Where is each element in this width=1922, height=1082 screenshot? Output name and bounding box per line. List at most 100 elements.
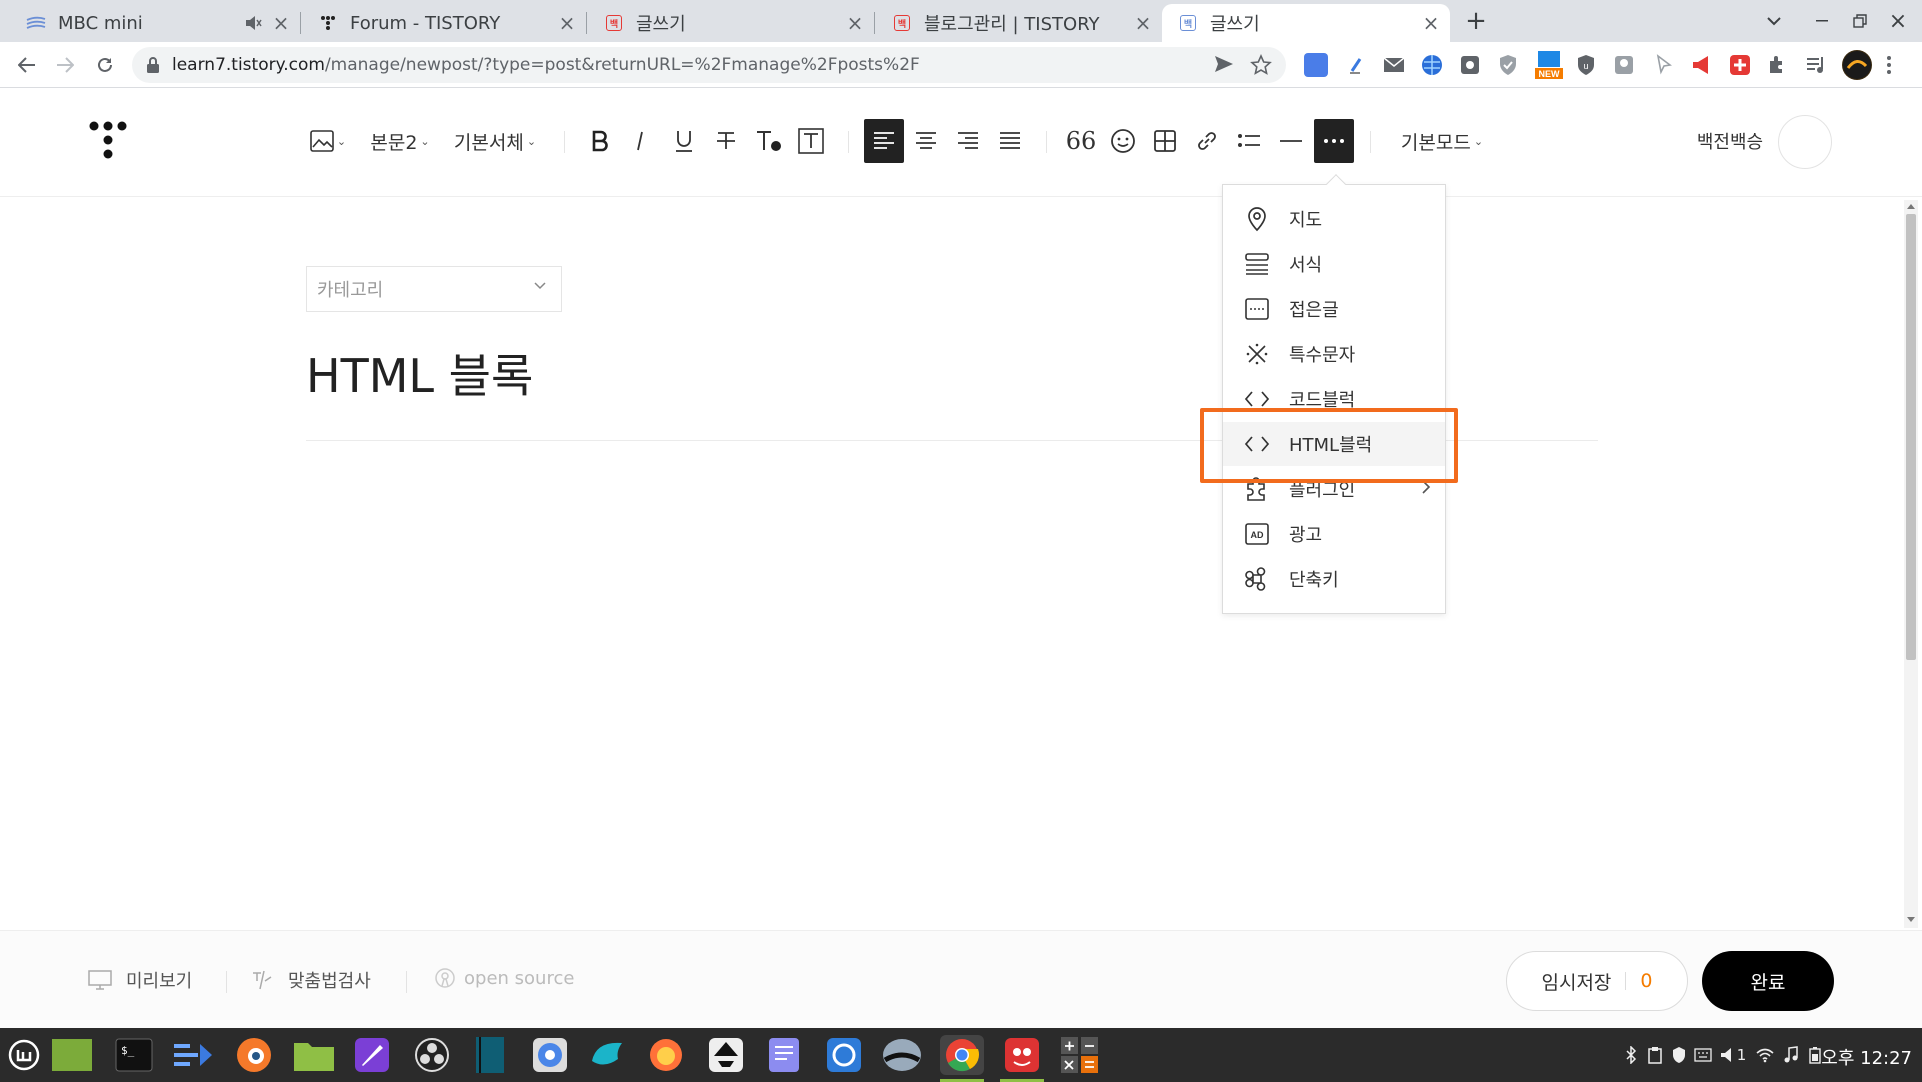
terminal-icon[interactable]: $_ bbox=[112, 1035, 156, 1075]
translate-ext-icon[interactable] bbox=[1304, 53, 1328, 77]
mail-ext-icon[interactable] bbox=[1382, 53, 1406, 77]
link-button[interactable] bbox=[1192, 119, 1222, 163]
firefox-icon[interactable] bbox=[644, 1035, 688, 1075]
inkscape-icon[interactable] bbox=[704, 1035, 748, 1075]
puzzle-extensions-icon[interactable] bbox=[1766, 53, 1790, 77]
align-right-button[interactable] bbox=[952, 119, 984, 163]
menu-item-shortcuts[interactable]: 단축키 bbox=[1223, 557, 1445, 601]
chrome-icon[interactable] bbox=[940, 1035, 984, 1075]
restore-icon[interactable] bbox=[1846, 8, 1874, 34]
show-desktop-icon[interactable] bbox=[50, 1035, 94, 1075]
clipboard-icon[interactable] bbox=[1646, 1045, 1664, 1065]
blog-name[interactable]: 백전백승 bbox=[1690, 119, 1770, 163]
editor-mode-dropdown[interactable]: 기본모드 ⌄ bbox=[1394, 119, 1490, 163]
strikethrough-button[interactable] bbox=[712, 119, 740, 163]
tab-mbc-mini[interactable]: MBC mini × bbox=[10, 4, 300, 42]
new-tab-button[interactable]: + bbox=[1462, 6, 1490, 36]
url-text[interactable]: learn7.tistory.com/manage/newpost/?type=… bbox=[172, 55, 920, 75]
bluetooth-icon[interactable] bbox=[1622, 1045, 1640, 1065]
openshot-icon[interactable] bbox=[880, 1035, 924, 1075]
tab-blog-admin[interactable]: 백 블로그관리 | TISTORY × bbox=[876, 4, 1162, 42]
megaphone-ext-icon[interactable] bbox=[1690, 53, 1714, 77]
emoticon-button[interactable] bbox=[1108, 119, 1138, 163]
preview-button[interactable]: 미리보기 bbox=[88, 967, 192, 993]
underline-button[interactable] bbox=[670, 119, 698, 163]
close-icon[interactable]: × bbox=[844, 11, 866, 35]
align-center-button[interactable] bbox=[910, 119, 942, 163]
more-button[interactable] bbox=[1314, 119, 1354, 163]
align-left-button[interactable] bbox=[864, 119, 904, 163]
tab-write-1[interactable]: 백 글쓰기 × bbox=[588, 4, 874, 42]
text-background-button[interactable] bbox=[796, 119, 826, 163]
tab-search-icon[interactable] bbox=[1760, 8, 1788, 34]
list-button[interactable] bbox=[1234, 119, 1264, 163]
sticky-arrow-app-icon[interactable] bbox=[170, 1035, 214, 1075]
text-color-button[interactable] bbox=[754, 119, 784, 163]
whale-browser-icon[interactable] bbox=[586, 1035, 630, 1075]
shield-tray-icon[interactable] bbox=[1670, 1045, 1688, 1065]
ublock-ext-icon[interactable]: u bbox=[1574, 53, 1598, 77]
calculator-icon[interactable] bbox=[1058, 1035, 1102, 1075]
close-icon[interactable]: × bbox=[1132, 11, 1154, 35]
category-select[interactable]: 카테고리 bbox=[306, 266, 562, 312]
tab-forum-tistory[interactable]: Forum - TISTORY × bbox=[302, 4, 586, 42]
font-family-dropdown[interactable]: 기본서체 ⌄ bbox=[450, 119, 540, 163]
post-title[interactable]: HTML 블록 bbox=[306, 340, 533, 406]
table-button[interactable] bbox=[1150, 119, 1180, 163]
shutter-icon[interactable] bbox=[822, 1035, 866, 1075]
close-icon[interactable]: × bbox=[1420, 11, 1442, 35]
clock[interactable]: 오후 12:27 bbox=[1821, 1044, 1912, 1070]
reload-button[interactable] bbox=[90, 50, 120, 80]
align-justify-button[interactable] bbox=[994, 119, 1026, 163]
scrollbar-thumb[interactable] bbox=[1906, 214, 1916, 660]
speaker-icon[interactable] bbox=[244, 15, 262, 31]
obs-icon[interactable] bbox=[410, 1035, 454, 1075]
horizontal-rule-button[interactable] bbox=[1276, 119, 1306, 163]
gimp-icon[interactable] bbox=[1000, 1035, 1044, 1075]
window-close-icon[interactable]: × bbox=[1884, 8, 1912, 34]
bookmark-star-icon[interactable] bbox=[1250, 54, 1272, 76]
plus-ext-icon[interactable] bbox=[1728, 53, 1752, 77]
reading-list-icon[interactable] bbox=[1804, 53, 1828, 77]
cursor-ext-icon[interactable] bbox=[1652, 53, 1676, 77]
send-tab-icon[interactable] bbox=[1214, 55, 1234, 73]
krita-icon[interactable] bbox=[350, 1035, 394, 1075]
italic-button[interactable] bbox=[628, 119, 652, 163]
menu-item-map[interactable]: 지도 bbox=[1223, 197, 1445, 241]
menu-item-template[interactable]: 서식 bbox=[1223, 242, 1445, 286]
menu-item-fold[interactable]: 접은글 bbox=[1223, 287, 1445, 331]
files-folder-icon[interactable] bbox=[292, 1035, 336, 1075]
paragraph-style-dropdown[interactable]: 본문2 ⌄ bbox=[368, 119, 432, 163]
profile-ext-icon[interactable] bbox=[1612, 53, 1636, 77]
avatar[interactable] bbox=[1778, 115, 1832, 169]
spellcheck-button[interactable]: 맞춤법검사 bbox=[250, 967, 371, 993]
publish-button[interactable]: 완료 bbox=[1702, 951, 1834, 1011]
wifi-icon[interactable] bbox=[1756, 1045, 1774, 1065]
back-button[interactable] bbox=[12, 50, 42, 80]
close-icon[interactable]: × bbox=[556, 11, 578, 35]
address-bar[interactable]: learn7.tistory.com/manage/newpost/?type=… bbox=[132, 47, 1286, 83]
close-icon[interactable]: × bbox=[270, 11, 292, 35]
music-icon[interactable] bbox=[1782, 1045, 1800, 1065]
screenshot-ext-icon[interactable] bbox=[1458, 53, 1482, 77]
image-insert-button[interactable]: ⌄ bbox=[306, 119, 350, 163]
scroll-up-arrow-icon[interactable] bbox=[1906, 202, 1916, 210]
minimize-icon[interactable] bbox=[1808, 8, 1836, 34]
globe-ext-icon[interactable] bbox=[1420, 53, 1444, 77]
shield-ext-icon[interactable] bbox=[1496, 53, 1520, 77]
chrome-menu-icon[interactable] bbox=[1886, 53, 1898, 77]
quote-button[interactable]: 66 bbox=[1066, 119, 1097, 163]
bold-button[interactable] bbox=[586, 119, 614, 163]
text-editor-icon[interactable] bbox=[762, 1035, 806, 1075]
forward-button[interactable] bbox=[50, 50, 80, 80]
menu-item-ad[interactable]: AD 광고 bbox=[1223, 512, 1445, 556]
chromium-icon[interactable] bbox=[528, 1035, 572, 1075]
profile-avatar[interactable] bbox=[1842, 50, 1872, 80]
new-ext-icon[interactable]: NEW bbox=[1534, 50, 1564, 80]
tistory-logo-icon[interactable] bbox=[88, 119, 128, 163]
dictionary-ext-icon[interactable] bbox=[1344, 53, 1368, 77]
open-source-link[interactable]: open source bbox=[434, 967, 574, 989]
kdenlive-icon[interactable] bbox=[468, 1035, 512, 1075]
menu-item-special-char[interactable]: 특수문자 bbox=[1223, 332, 1445, 376]
temp-save-button[interactable]: 임시저장 0 bbox=[1506, 951, 1688, 1011]
